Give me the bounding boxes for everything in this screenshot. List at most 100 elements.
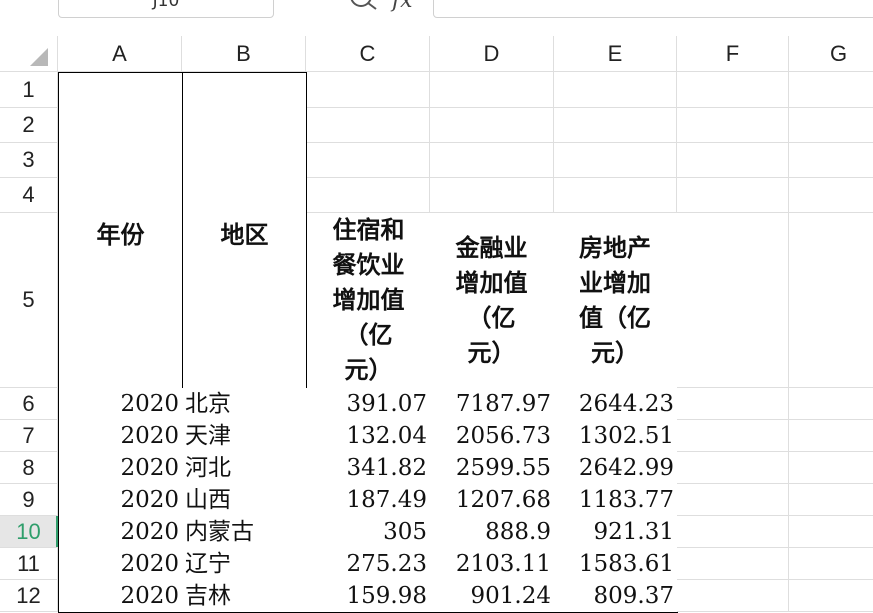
- header-cell-region[interactable]: 地区: [182, 72, 307, 389]
- cell-c3[interactable]: [306, 143, 430, 178]
- cell-realestate[interactable]: 1302.51: [554, 420, 678, 453]
- cell-hotel[interactable]: 305: [306, 516, 431, 549]
- header-cell-finance[interactable]: 金融业 增加值 （亿 元）: [430, 213, 555, 389]
- column-header-g[interactable]: G: [789, 36, 873, 72]
- cell-e1[interactable]: [554, 72, 677, 108]
- column-header-d[interactable]: D: [430, 36, 554, 72]
- cell-f-empty[interactable]: [677, 548, 789, 580]
- cell-g-empty[interactable]: [789, 580, 873, 612]
- cell-f2[interactable]: [677, 108, 789, 143]
- cell-region[interactable]: 天津: [182, 420, 307, 453]
- cell-f3[interactable]: [677, 143, 789, 178]
- cell-finance[interactable]: 7187.97: [430, 388, 555, 421]
- header-cell-realestate[interactable]: 房地产 业增加 值（亿 元）: [554, 213, 678, 389]
- cell-hotel[interactable]: 159.98: [306, 580, 431, 613]
- cell-f5[interactable]: [677, 213, 789, 388]
- cell-d1[interactable]: [430, 72, 554, 108]
- cell-f1[interactable]: [677, 72, 789, 108]
- row-header-5[interactable]: 5: [0, 213, 58, 388]
- cell-region[interactable]: 北京: [182, 388, 307, 421]
- cell-f-empty[interactable]: [677, 388, 789, 420]
- row-header-6[interactable]: 6: [0, 388, 58, 420]
- cell-e3[interactable]: [554, 143, 677, 178]
- cell-hotel[interactable]: 275.23: [306, 548, 431, 581]
- cell-g-empty[interactable]: [789, 420, 873, 452]
- row-header-1[interactable]: 1: [0, 72, 58, 108]
- row-header-9[interactable]: 9: [0, 484, 58, 516]
- cell-finance[interactable]: 2056.73: [430, 420, 555, 453]
- cell-g-empty[interactable]: [789, 388, 873, 420]
- search-icon[interactable]: [348, 0, 380, 16]
- cell-e2[interactable]: [554, 108, 677, 143]
- cell-e4[interactable]: [554, 178, 677, 213]
- header-cell-year[interactable]: 年份: [58, 72, 183, 389]
- cell-finance[interactable]: 1207.68: [430, 484, 555, 517]
- row-header-12[interactable]: 12: [0, 580, 58, 612]
- row-header-3[interactable]: 3: [0, 143, 58, 178]
- cell-g2[interactable]: [789, 108, 873, 143]
- cell-region[interactable]: 吉林: [182, 580, 307, 613]
- column-header-f[interactable]: F: [677, 36, 789, 72]
- cell-region[interactable]: 河北: [182, 452, 307, 485]
- cell-f-empty[interactable]: [677, 484, 789, 516]
- cell-realestate[interactable]: 2644.23: [554, 388, 678, 421]
- cell-hotel[interactable]: 132.04: [306, 420, 431, 453]
- cell-finance[interactable]: 901.24: [430, 580, 555, 613]
- formula-input[interactable]: [433, 0, 873, 18]
- cell-realestate[interactable]: 2642.99: [554, 452, 678, 485]
- cell-region[interactable]: 山西: [182, 484, 307, 517]
- row-header-10[interactable]: 10: [0, 516, 58, 548]
- cell-g1[interactable]: [789, 72, 873, 108]
- cell-region[interactable]: 内蒙古: [182, 516, 307, 549]
- cell-year[interactable]: 2020: [58, 516, 183, 549]
- cell-year[interactable]: 2020: [58, 388, 183, 421]
- name-box[interactable]: J10: [58, 0, 274, 18]
- cell-finance[interactable]: 2599.55: [430, 452, 555, 485]
- column-header-a[interactable]: A: [58, 36, 182, 72]
- cell-realestate[interactable]: 1583.61: [554, 548, 678, 581]
- fx-icon[interactable]: fx: [392, 0, 420, 16]
- cell-g3[interactable]: [789, 143, 873, 178]
- cell-c4[interactable]: [306, 178, 430, 213]
- row-header-11[interactable]: 11: [0, 548, 58, 580]
- cell-c2[interactable]: [306, 108, 430, 143]
- cell-finance[interactable]: 2103.11: [430, 548, 555, 581]
- row-header-7[interactable]: 7: [0, 420, 58, 452]
- cell-f-empty[interactable]: [677, 452, 789, 484]
- cell-f-empty[interactable]: [677, 420, 789, 452]
- cell-hotel[interactable]: 187.49: [306, 484, 431, 517]
- row-header-8[interactable]: 8: [0, 452, 58, 484]
- cell-hotel[interactable]: 341.82: [306, 452, 431, 485]
- cell-d2[interactable]: [430, 108, 554, 143]
- cell-year[interactable]: 2020: [58, 420, 183, 453]
- cell-g-empty[interactable]: [789, 548, 873, 580]
- select-all-corner[interactable]: [0, 36, 58, 72]
- cell-d4[interactable]: [430, 178, 554, 213]
- cell-g-empty[interactable]: [789, 452, 873, 484]
- cell-c1[interactable]: [306, 72, 430, 108]
- cell-f-empty[interactable]: [677, 580, 789, 612]
- cell-g4[interactable]: [789, 178, 873, 213]
- cell-hotel[interactable]: 391.07: [306, 388, 431, 421]
- column-header-e[interactable]: E: [554, 36, 677, 72]
- cell-year[interactable]: 2020: [58, 452, 183, 485]
- cell-year[interactable]: 2020: [58, 484, 183, 517]
- column-header-b[interactable]: B: [182, 36, 306, 72]
- column-header-c[interactable]: C: [306, 36, 430, 72]
- row-header-2[interactable]: 2: [0, 108, 58, 143]
- cell-d3[interactable]: [430, 143, 554, 178]
- cell-realestate[interactable]: 1183.77: [554, 484, 678, 517]
- cell-g-empty[interactable]: [789, 516, 873, 548]
- cell-year[interactable]: 2020: [58, 548, 183, 581]
- cell-f-empty[interactable]: [677, 516, 789, 548]
- cell-realestate[interactable]: 809.37: [554, 580, 678, 613]
- header-cell-hotel[interactable]: 住宿和 餐饮业 增加值 （亿 元）: [306, 213, 431, 389]
- cell-finance[interactable]: 888.9: [430, 516, 555, 549]
- cell-g5[interactable]: [789, 213, 873, 388]
- cell-year[interactable]: 2020: [58, 580, 183, 613]
- cell-g-empty[interactable]: [789, 484, 873, 516]
- cell-realestate[interactable]: 921.31: [554, 516, 678, 549]
- cell-f4[interactable]: [677, 178, 789, 213]
- row-header-4[interactable]: 4: [0, 178, 58, 213]
- cell-region[interactable]: 辽宁: [182, 548, 307, 581]
